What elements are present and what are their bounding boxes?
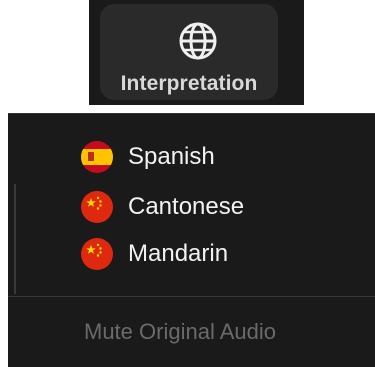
china-flag-icon: [81, 238, 113, 270]
interpretation-language-menu: Spanish Cantonese Mandarin Mute Original…: [8, 113, 375, 367]
language-option-spanish[interactable]: Spanish: [80, 137, 215, 177]
language-option-cantonese[interactable]: Cantonese: [80, 187, 244, 227]
spain-flag-icon: [81, 141, 113, 173]
menu-separator: [8, 296, 375, 297]
interpretation-button[interactable]: Interpretation: [100, 4, 278, 100]
language-label-cantonese: Cantonese: [128, 193, 245, 220]
language-label-spanish: Spanish: [128, 143, 215, 170]
globe-icon: [179, 22, 217, 60]
menu-left-border: [14, 184, 16, 294]
language-option-mandarin[interactable]: Mandarin: [80, 234, 228, 274]
toolbar: Interpretation: [89, 0, 304, 105]
mute-original-audio-option[interactable]: Mute Original Audio: [84, 319, 276, 345]
china-flag-icon: [81, 191, 113, 223]
interpretation-label: Interpretation: [120, 72, 258, 95]
language-label-mandarin: Mandarin: [128, 240, 229, 267]
